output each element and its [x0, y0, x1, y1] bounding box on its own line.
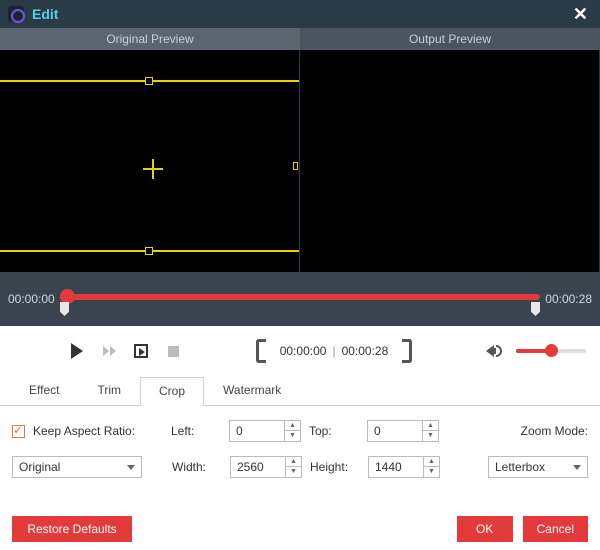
volume-icon[interactable]: [486, 345, 502, 357]
volume-fill: [516, 349, 548, 353]
cancel-button[interactable]: Cancel: [523, 516, 588, 542]
crop-handle-bottom[interactable]: [145, 247, 153, 255]
ok-button[interactable]: OK: [457, 516, 513, 542]
fast-forward-button[interactable]: [100, 342, 118, 360]
original-preview-label: Original Preview: [0, 28, 300, 50]
crop-handle-right[interactable]: [293, 162, 298, 170]
step-button[interactable]: [132, 342, 150, 360]
keep-aspect-label: Keep Aspect Ratio:: [33, 424, 163, 438]
top-input[interactable]: 0▲▼: [367, 420, 439, 442]
top-label: Top:: [309, 424, 359, 438]
crop-handle-top[interactable]: [145, 77, 153, 85]
chevron-up-icon[interactable]: ▲: [286, 457, 301, 467]
zoom-mode-label: Zoom Mode:: [521, 424, 588, 438]
time-display: 00:00:00 | 00:00:28: [280, 344, 389, 358]
play-button[interactable]: [68, 342, 86, 360]
width-label: Width:: [172, 460, 222, 474]
tab-watermark[interactable]: Watermark: [204, 376, 300, 405]
left-value: 0: [230, 424, 284, 438]
playback-controls: 00:00:00 | 00:00:28: [0, 326, 600, 376]
close-icon[interactable]: ✕: [569, 4, 592, 25]
footer: Restore Defaults OK Cancel: [0, 508, 600, 550]
play-icon: [71, 343, 83, 359]
chevron-up-icon[interactable]: ▲: [423, 421, 438, 431]
trim-marker-end[interactable]: [531, 302, 540, 316]
left-input[interactable]: 0▲▼: [229, 420, 301, 442]
volume-thumb[interactable]: [545, 344, 558, 357]
crop-center-crosshair-icon[interactable]: [146, 162, 160, 176]
fast-forward-icon: [103, 346, 116, 356]
playhead-handle[interactable]: [60, 289, 75, 304]
trim-marker-start[interactable]: [60, 302, 69, 316]
aspect-select[interactable]: Original: [12, 456, 142, 478]
total-time: 00:00:28: [342, 344, 389, 358]
left-label: Left:: [171, 424, 221, 438]
timeline-end-time: 00:00:28: [545, 292, 592, 306]
timeline-start-time: 00:00:00: [8, 292, 55, 306]
width-input[interactable]: 2560▲▼: [230, 456, 302, 478]
chevron-down-icon: [127, 465, 135, 470]
output-preview-pane: [300, 50, 600, 272]
tab-effect[interactable]: Effect: [10, 376, 78, 405]
chevron-down-icon[interactable]: ▼: [285, 431, 300, 441]
chevron-up-icon[interactable]: ▲: [424, 457, 439, 467]
output-preview-label: Output Preview: [300, 28, 600, 50]
chevron-down-icon[interactable]: ▼: [424, 467, 439, 477]
original-preview-pane[interactable]: [0, 50, 300, 272]
crop-panel: Keep Aspect Ratio: Left: 0▲▼ Top: 0▲▼ Zo…: [0, 406, 600, 502]
chevron-down-icon[interactable]: ▼: [286, 467, 301, 477]
timeline-track[interactable]: [60, 294, 540, 300]
tab-crop[interactable]: Crop: [140, 377, 204, 406]
height-value: 1440: [369, 460, 423, 474]
top-spinner[interactable]: ▲▼: [422, 421, 438, 441]
height-input[interactable]: 1440▲▼: [368, 456, 440, 478]
preview-area: [0, 50, 600, 272]
bracket-right-icon[interactable]: [402, 339, 412, 363]
step-frame-icon: [134, 344, 148, 358]
zoom-mode-select[interactable]: Letterbox: [488, 456, 588, 478]
tab-trim[interactable]: Trim: [78, 376, 140, 405]
preview-header: Original Preview Output Preview: [0, 28, 600, 50]
height-spinner[interactable]: ▲▼: [423, 457, 439, 477]
chevron-up-icon[interactable]: ▲: [285, 421, 300, 431]
title-bar: Edit ✕: [0, 0, 600, 28]
timeline: 00:00:00 00:00:28: [0, 272, 600, 326]
left-spinner[interactable]: ▲▼: [284, 421, 300, 441]
time-separator: |: [332, 344, 335, 358]
zoom-mode-value: Letterbox: [495, 460, 545, 474]
width-value: 2560: [231, 460, 285, 474]
top-value: 0: [368, 424, 422, 438]
width-spinner[interactable]: ▲▼: [285, 457, 301, 477]
tab-bar: Effect Trim Crop Watermark: [0, 376, 600, 406]
bracket-left-icon[interactable]: [256, 339, 266, 363]
height-label: Height:: [310, 460, 360, 474]
app-logo-icon: [8, 6, 24, 22]
chevron-down-icon: [573, 465, 581, 470]
restore-defaults-button[interactable]: Restore Defaults: [12, 516, 132, 542]
aspect-select-value: Original: [19, 460, 60, 474]
stop-button[interactable]: [164, 342, 182, 360]
keep-aspect-checkbox[interactable]: [12, 425, 25, 438]
chevron-down-icon[interactable]: ▼: [423, 431, 438, 441]
window-title: Edit: [32, 6, 58, 22]
stop-icon: [168, 346, 179, 357]
volume-slider[interactable]: [516, 349, 586, 353]
current-time: 00:00:00: [280, 344, 327, 358]
